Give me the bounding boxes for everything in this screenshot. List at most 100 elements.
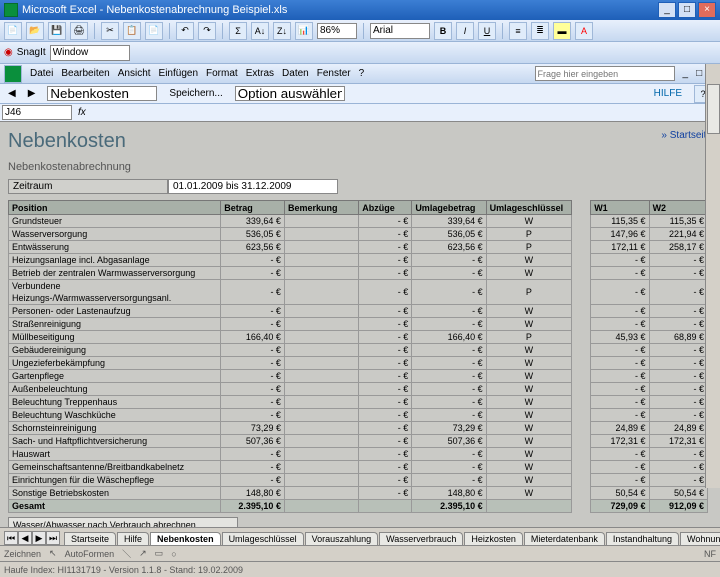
cell-schluessel[interactable]: W [486,487,571,500]
doc-min-icon[interactable]: _ [683,68,689,79]
cell-betrag[interactable]: - € [221,409,285,422]
sort-asc-icon[interactable]: A↓ [251,22,269,40]
cell-w2[interactable]: - € [649,409,707,422]
cell-w2[interactable]: - € [649,461,707,474]
cell-betrag[interactable]: - € [221,474,285,487]
table-row[interactable]: Heizungsanlage incl. Abgasanlage- €- €- … [9,254,708,267]
cell-w1[interactable]: - € [591,254,649,267]
menu-format[interactable]: Format [206,68,238,79]
header-w2[interactable]: W2 [649,201,707,215]
cell-position[interactable]: Müllbeseitigung [9,331,221,344]
cell-position[interactable]: Ungezieferbekämpfung [9,357,221,370]
cell-position[interactable]: Personen- oder Lastenaufzug [9,305,221,318]
cell-position[interactable]: Schornsteinreinigung [9,422,221,435]
cell-w1[interactable]: - € [591,357,649,370]
cell-position[interactable]: Beleuchtung Treppenhaus [9,396,221,409]
oval-icon[interactable]: ○ [171,549,176,559]
italic-icon[interactable]: I [456,22,474,40]
cell-betrag[interactable]: - € [221,396,285,409]
cell-abzuege[interactable]: - € [359,318,412,331]
sheet-tab[interactable]: Vorauszahlung [305,532,379,545]
cell-position[interactable]: Beleuchtung Waschküche [9,409,221,422]
print-icon[interactable]: 🖨 [70,22,88,40]
cell-umlagebetrag[interactable]: - € [412,344,486,357]
cell-umlagebetrag[interactable]: 623,56 € [412,241,486,254]
cell-bemerkung[interactable] [284,422,358,435]
cell-w1[interactable]: - € [591,280,649,305]
cell-bemerkung[interactable] [284,318,358,331]
cell-w1[interactable]: 147,96 € [591,228,649,241]
speichern-link[interactable]: Speichern... [169,88,222,99]
sheet-tab[interactable]: Startseite [64,532,116,545]
cell-w1[interactable]: 24,89 € [591,422,649,435]
menu-bearbeiten[interactable]: Bearbeiten [61,68,109,79]
help-search-input[interactable] [535,66,675,81]
align-center-icon[interactable]: ≣ [531,22,549,40]
table-row[interactable]: Sonstige Betriebskosten148,80 €- €148,80… [9,487,708,500]
menu-daten[interactable]: Daten [282,68,309,79]
cell-umlagebetrag[interactable]: - € [412,383,486,396]
cell-position[interactable]: Heizungsanlage incl. Abgasanlage [9,254,221,267]
cell-position[interactable]: Sonstige Betriebskosten [9,487,221,500]
table-row[interactable]: Betrieb der zentralen Warmwasserversorgu… [9,267,708,280]
cell-umlagebetrag[interactable]: - € [412,280,486,305]
cell-bemerkung[interactable] [284,228,358,241]
cell-betrag[interactable]: - € [221,383,285,396]
header-bemerkung[interactable]: Bemerkung [284,201,358,215]
rect-icon[interactable]: ▭ [155,548,164,559]
menu-datei[interactable]: Datei [30,68,53,79]
cell-schluessel[interactable]: W [486,396,571,409]
tab-first-icon[interactable]: ⏮ [4,531,18,545]
cell-bemerkung[interactable] [284,280,358,305]
cut-icon[interactable]: ✂ [101,22,119,40]
table-row[interactable]: Ungezieferbekämpfung- €- €- €W- €- € [9,357,708,370]
cell-w1[interactable]: - € [591,267,649,280]
nav-fwd-icon[interactable]: ▶ [28,88,36,99]
cell-w1[interactable]: - € [591,370,649,383]
cell-bemerkung[interactable] [284,267,358,280]
cell-umlagebetrag[interactable]: 148,80 € [412,487,486,500]
cell-w2[interactable]: - € [649,254,707,267]
table-row[interactable]: Gebäudereinigung- €- €- €W- €- € [9,344,708,357]
cell-abzuege[interactable]: - € [359,267,412,280]
cell-w2[interactable]: - € [649,396,707,409]
cell-betrag[interactable]: - € [221,448,285,461]
cell-position[interactable]: Sach- und Haftpflichtversicherung [9,435,221,448]
cell-abzuege[interactable]: - € [359,409,412,422]
cell-w2[interactable]: 115,35 € [649,215,707,228]
cell-umlagebetrag[interactable]: 73,29 € [412,422,486,435]
cell-bemerkung[interactable] [284,487,358,500]
cell-w2[interactable]: - € [649,370,707,383]
cell-schluessel[interactable]: W [486,435,571,448]
cell-betrag[interactable]: 73,29 € [221,422,285,435]
pointer-icon[interactable]: ↖ [49,548,57,559]
cell-position[interactable]: Grundsteuer [9,215,221,228]
vertical-scrollbar[interactable] [705,64,720,488]
cell-bemerkung[interactable] [284,435,358,448]
cell-w2[interactable]: 68,89 € [649,331,707,344]
cell-w1[interactable]: 115,35 € [591,215,649,228]
cell-schluessel[interactable]: P [486,280,571,305]
cell-betrag[interactable]: 166,40 € [221,331,285,344]
table-row[interactable]: Schornsteinreinigung73,29 €- €73,29 €W24… [9,422,708,435]
cell-bemerkung[interactable] [284,370,358,383]
cell-w1[interactable]: - € [591,305,649,318]
cell-schluessel[interactable]: W [486,461,571,474]
cell-position[interactable]: Außenbeleuchtung [9,383,221,396]
cell-schluessel[interactable]: P [486,241,571,254]
header-w1[interactable]: W1 [591,201,649,215]
cell-umlagebetrag[interactable]: 507,36 € [412,435,486,448]
copy-icon[interactable]: 📋 [123,22,141,40]
table-row[interactable]: Gartenpflege- €- €- €W- €- € [9,370,708,383]
sheet-tab[interactable]: Wohnung1 [680,532,720,545]
redo-icon[interactable]: ↷ [198,22,216,40]
cell-betrag[interactable]: - € [221,305,285,318]
cell-umlagebetrag[interactable]: - € [412,357,486,370]
undo-icon[interactable]: ↶ [176,22,194,40]
cell-schluessel[interactable]: P [486,331,571,344]
cell-position[interactable]: Gartenpflege [9,370,221,383]
sheet-tab[interactable]: Umlageschlüssel [222,532,304,545]
table-row[interactable]: Straßenreinigung- €- €- €W- €- € [9,318,708,331]
cell-abzuege[interactable]: - € [359,215,412,228]
cell-position[interactable]: Verbundene Heizungs-/Warmwasserversorgun… [9,280,221,305]
